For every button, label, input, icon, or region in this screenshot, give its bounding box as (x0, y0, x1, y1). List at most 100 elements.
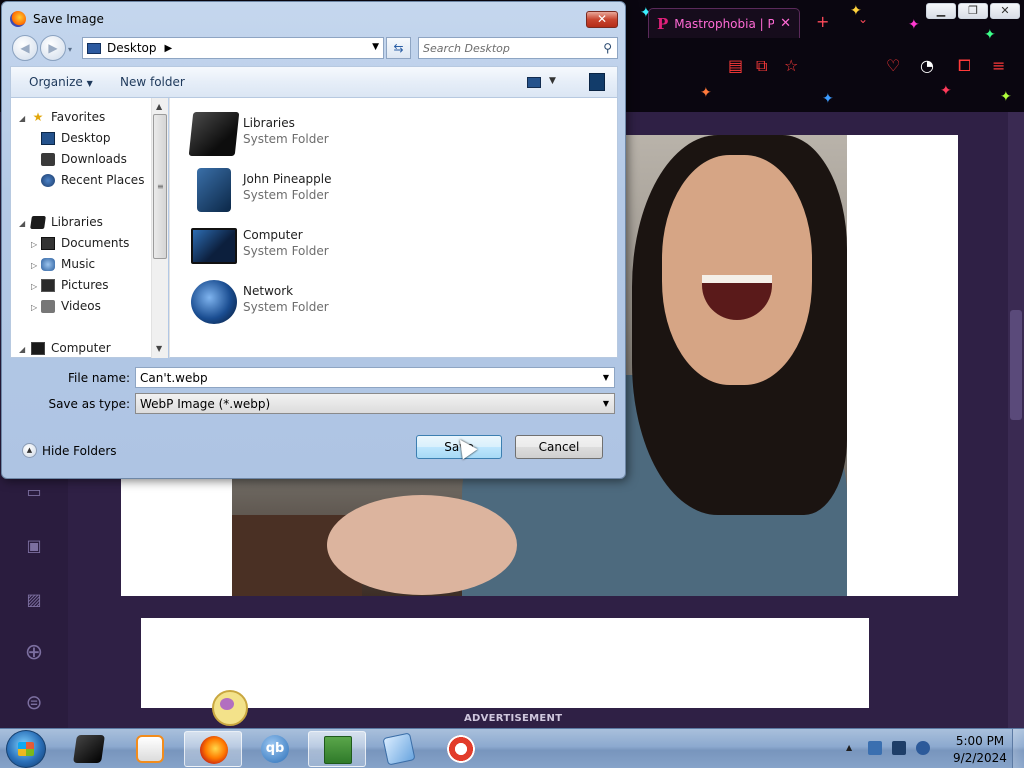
tree-item-pictures[interactable]: Pictures (41, 278, 109, 292)
file-name-field[interactable]: Can't.webp ▼ (135, 367, 615, 388)
show-desktop-button[interactable] (1012, 729, 1024, 768)
expand-arrow-icon[interactable]: ▷ (31, 261, 37, 270)
sidebar-item-shop[interactable]: ▣ (14, 536, 54, 555)
address-bar[interactable]: Desktop ▶ ▼ (82, 37, 384, 59)
sidebar-item-photos[interactable]: ▨ (14, 590, 54, 609)
bookmark-star-icon[interactable]: ☆ (784, 56, 798, 75)
tree-item-desktop[interactable]: Desktop (41, 131, 111, 145)
tab-close-icon[interactable]: ✕ (780, 16, 791, 31)
save-type-label: Save as type: (48, 397, 130, 411)
extensions-icon[interactable]: ⧠ (958, 56, 971, 76)
desktop-icon (87, 42, 101, 54)
search-input[interactable] (423, 41, 593, 56)
list-item-network[interactable]: Network System Folder (188, 278, 608, 330)
taskbar: qb ▲ 5:00 PM 9/2/2024 (0, 728, 1024, 768)
collapse-arrow-icon[interactable]: ◢ (19, 219, 25, 228)
scroll-down-icon[interactable]: ▼ (156, 344, 162, 353)
list-item-computer[interactable]: Computer System Folder (188, 222, 608, 274)
chevron-down-icon[interactable]: ▼ (603, 399, 609, 408)
refresh-button[interactable]: ⇆ (386, 37, 411, 59)
preview-pane-button[interactable] (589, 73, 605, 91)
expand-arrow-icon[interactable]: ▷ (31, 282, 37, 291)
recent-places-icon (41, 173, 55, 187)
tree-item-libraries[interactable]: Libraries (30, 215, 103, 229)
tree-item-music[interactable]: Music (41, 257, 95, 271)
tree-item-videos[interactable]: Videos (41, 299, 101, 313)
clock-date[interactable]: 9/2/2024 (950, 751, 1010, 765)
sidebar-item-more[interactable]: ⊜ (14, 690, 54, 714)
organize-button[interactable]: Organize ▼ (29, 75, 93, 89)
music-icon (41, 257, 55, 271)
item-name: Computer (243, 228, 303, 242)
recent-pages-icon[interactable]: ▾ (68, 45, 78, 54)
timer-icon[interactable]: ◔ (920, 56, 934, 75)
taskbar-desktop[interactable] (60, 731, 118, 767)
tree-item-label: Pictures (61, 278, 109, 292)
page-scrollbar[interactable] (1008, 112, 1024, 728)
list-tabs-icon[interactable]: ⌄ (858, 12, 868, 26)
save-type-select[interactable]: WebP Image (*.webp) ▼ (135, 393, 615, 414)
scroll-up-icon[interactable]: ▲ (156, 102, 162, 111)
monitor-icon[interactable] (892, 741, 906, 755)
tree-item-documents[interactable]: Documents (41, 236, 129, 250)
volume-icon[interactable] (916, 741, 930, 755)
address-breadcrumb-desktop[interactable]: Desktop (107, 41, 157, 55)
tree-item-computer[interactable]: Computer (31, 341, 111, 355)
hide-folders-button[interactable]: ▲ Hide Folders (22, 443, 117, 458)
restore-button[interactable]: ❐ (958, 3, 988, 19)
taskbar-qbittorrent[interactable]: qb (246, 731, 304, 767)
pocket-icon[interactable]: ♡ (886, 56, 900, 75)
libraries-icon (188, 112, 240, 156)
tv-icon: ▭ (26, 482, 42, 501)
taskbar-help-app[interactable] (432, 731, 490, 767)
menu-icon[interactable]: ≡ (992, 56, 1005, 75)
computer-icon (31, 341, 45, 355)
sidebar-item-add[interactable]: ⊕ (14, 640, 54, 665)
reader-icon[interactable]: ▤ (728, 56, 743, 75)
chevron-down-icon[interactable]: ▼ (603, 373, 609, 382)
screenshot-icon[interactable]: ⧉ (756, 56, 767, 76)
expand-arrow-icon[interactable]: ▷ (31, 303, 37, 312)
organize-label: Organize (29, 75, 83, 89)
dialog-titlebar[interactable]: Save Image ✕ (2, 2, 625, 32)
taskbar-firefox[interactable] (184, 731, 242, 767)
new-tab-icon[interactable]: + (816, 12, 829, 31)
cancel-button[interactable]: Cancel (515, 435, 603, 459)
page-scrollbar-thumb[interactable] (1010, 310, 1022, 420)
new-folder-button[interactable]: New folder (120, 75, 185, 89)
collapse-arrow-icon[interactable]: ◢ (19, 345, 25, 354)
sparkle-decoration: ✦ (822, 91, 834, 107)
chick-mascot-icon (212, 690, 248, 726)
list-item-libraries[interactable]: Libraries System Folder (188, 110, 608, 162)
navigation-pane: ◢ ★ Favorites Desktop Downloads Recent Pl… (10, 98, 168, 358)
navigation-scrollbar[interactable]: ▲ ≡ ▼ (151, 98, 168, 358)
list-item-john-pineapple[interactable]: John Pineapple System Folder (188, 166, 608, 218)
tree-item-favorites[interactable]: ★ Favorites (31, 110, 106, 124)
breadcrumb-chevron-icon[interactable]: ▶ (165, 43, 173, 54)
taskbar-window-app[interactable] (370, 731, 428, 767)
back-button[interactable]: ◀ (12, 35, 38, 61)
forward-button[interactable]: ▶ (40, 35, 66, 61)
search-box[interactable]: ⚲ (418, 37, 618, 59)
change-view-button[interactable]: ▼ (525, 75, 563, 91)
computer-icon (191, 228, 237, 264)
advertisement-box[interactable] (141, 618, 869, 708)
search-icon[interactable]: ⚲ (603, 41, 612, 55)
sidebar-item-tv[interactable]: ▭ (14, 482, 54, 501)
minimize-button[interactable]: ▁ (926, 3, 956, 19)
dialog-close-button[interactable]: ✕ (586, 11, 618, 28)
taskbar-media-player[interactable] (121, 731, 179, 767)
browser-tab[interactable]: P Mastrophobia | Ph ✕ (648, 8, 800, 38)
collapse-arrow-icon[interactable]: ◢ (19, 114, 25, 123)
documents-icon (41, 236, 55, 250)
clock-time[interactable]: 5:00 PM (950, 734, 1010, 748)
device-icon[interactable] (868, 741, 882, 755)
window-close-button[interactable]: ✕ (990, 3, 1020, 19)
taskbar-network-tool[interactable] (308, 731, 366, 767)
address-dropdown-icon[interactable]: ▼ (372, 42, 379, 52)
expand-arrow-icon[interactable]: ▷ (31, 240, 37, 249)
show-hidden-icons-icon[interactable]: ▲ (846, 743, 852, 752)
start-button[interactable] (6, 730, 46, 768)
tree-item-recent-places[interactable]: Recent Places (41, 173, 144, 187)
tree-item-downloads[interactable]: Downloads (41, 152, 127, 166)
